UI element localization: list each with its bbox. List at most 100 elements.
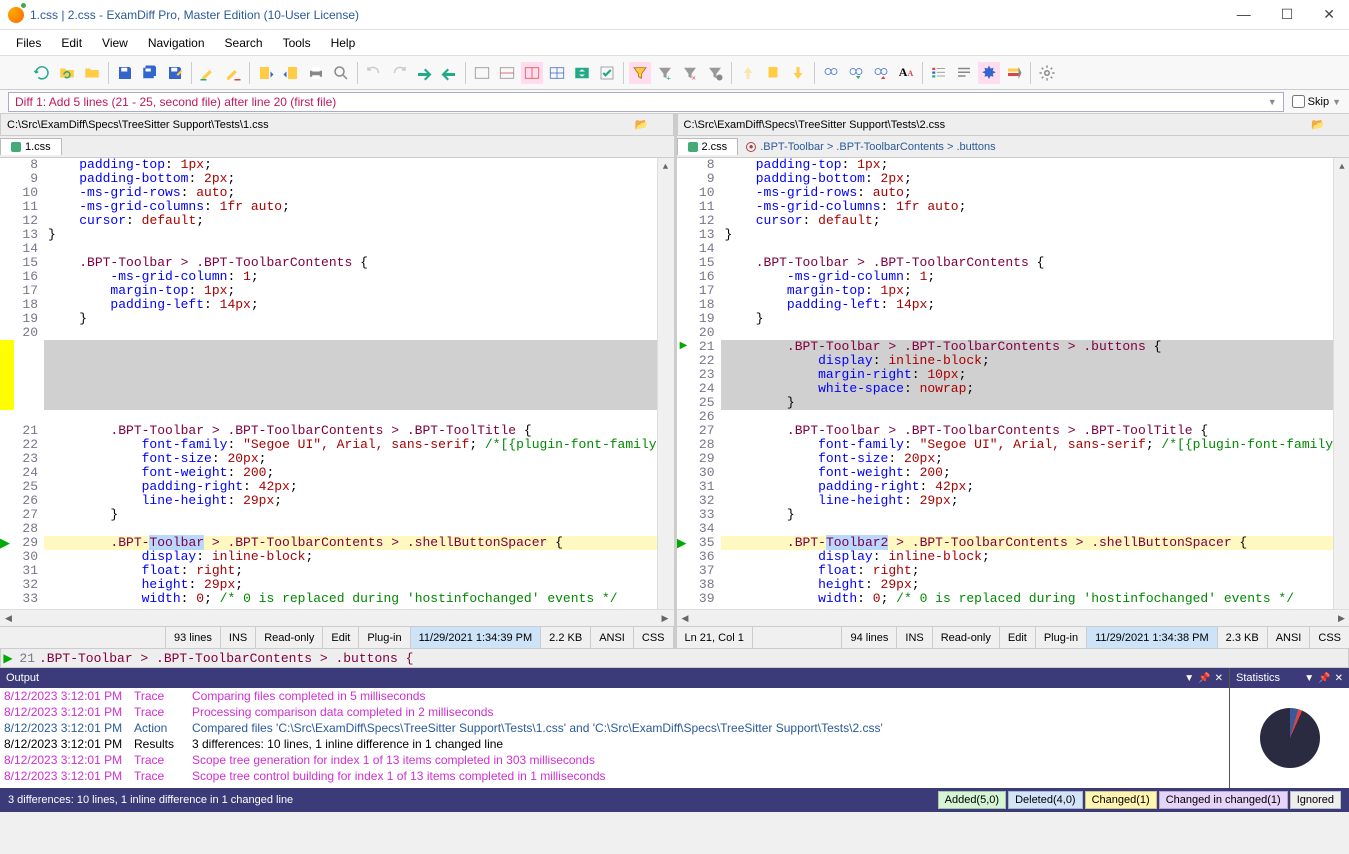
menu-edit[interactable]: Edit — [51, 32, 92, 54]
pin-icon[interactable]: 📌 — [1198, 673, 1210, 684]
horizontal-scrollbar[interactable]: ◀▶ — [0, 609, 674, 626]
plugin-icon[interactable] — [978, 62, 1000, 84]
settings-icon[interactable] — [1036, 62, 1058, 84]
svg-text:+: + — [667, 73, 672, 82]
status-badge: Changed(1) — [1085, 791, 1157, 809]
up-icon[interactable] — [737, 62, 759, 84]
dropdown-icon[interactable]: ▼ — [1304, 673, 1314, 684]
right-file-tab[interactable]: 2.css — [677, 138, 739, 155]
maximize-button[interactable]: ☐ — [1275, 4, 1300, 25]
right-path-bar: C:\Src\ExamDiff\Specs\TreeSitter Support… — [677, 114, 1349, 136]
menu-files[interactable]: Files — [6, 32, 51, 54]
log-row: 8/12/2023 3:12:01 PMTraceProcessing comp… — [0, 704, 1229, 720]
undo-icon[interactable] — [363, 62, 385, 84]
check-icon[interactable] — [596, 62, 618, 84]
bookmark-icon[interactable] — [762, 62, 784, 84]
close-panel-icon[interactable]: ✕ — [1215, 673, 1223, 684]
scope-breadcrumb[interactable]: ●.BPT-Toolbar > .BPT-ToolbarContents > .… — [738, 139, 1003, 155]
file-size: 2.2 KB — [541, 627, 591, 648]
left-status-bar: 93 lines INS Read-only Edit Plug-in 11/2… — [0, 626, 674, 648]
find-next-icon[interactable] — [845, 62, 867, 84]
horizontal-scrollbar[interactable]: ◀▶ — [677, 609, 1349, 626]
view-grid-icon[interactable] — [546, 62, 568, 84]
diff-description[interactable]: Diff 1: Add 5 lines (21 - 25, second fil… — [8, 92, 1284, 112]
edit-status: Edit — [323, 627, 359, 648]
app-icon[interactable] — [1331, 119, 1343, 131]
footer-status-bar: 3 differences: 10 lines, 1 inline differ… — [0, 788, 1349, 812]
open-folder-icon[interactable] — [81, 62, 103, 84]
menu-view[interactable]: View — [92, 32, 138, 54]
vertical-scrollbar[interactable]: ▲ — [1333, 158, 1349, 609]
prev-diff-icon[interactable] — [438, 62, 460, 84]
refresh-icon[interactable] — [31, 62, 53, 84]
filter-add-icon[interactable]: + — [654, 62, 676, 84]
save-icon[interactable] — [114, 62, 136, 84]
menu-tools[interactable]: Tools — [273, 32, 321, 54]
app-icon[interactable] — [655, 119, 667, 131]
output-panel: Output ▼📌✕ 8/12/2023 3:12:01 PMTraceComp… — [0, 668, 1229, 788]
right-editor[interactable]: ▶▶ 8910111213141516171819202122232425262… — [677, 158, 1349, 609]
next-diff-icon[interactable] — [413, 62, 435, 84]
view-single-icon[interactable] — [471, 62, 493, 84]
log-row: 8/12/2023 3:12:01 PMTraceComparing files… — [0, 688, 1229, 704]
app-logo-icon — [8, 7, 24, 23]
status-badge: Deleted(4,0) — [1008, 791, 1083, 809]
save-as-icon[interactable] — [164, 62, 186, 84]
menu-navigation[interactable]: Navigation — [138, 32, 215, 54]
left-path-bar: C:\Src\ExamDiff\Specs\TreeSitter Support… — [0, 114, 674, 136]
close-button[interactable]: ✕ — [1317, 4, 1341, 25]
font-icon[interactable]: AA — [895, 62, 917, 84]
svg-text:×: × — [692, 73, 696, 82]
sync-scroll-icon[interactable] — [571, 62, 593, 84]
open-folder-icon[interactable]: 📂 — [635, 118, 649, 131]
plugin-status: Plug-in — [1036, 627, 1087, 648]
menu-help[interactable]: Help — [321, 32, 366, 54]
pin-icon[interactable]: 📌 — [1318, 673, 1330, 684]
right-pane: C:\Src\ExamDiff\Specs\TreeSitter Support… — [677, 114, 1349, 648]
list-icon[interactable] — [928, 62, 950, 84]
window-title: 1.css | 2.css - ExamDiff Pro, Master Edi… — [30, 8, 1231, 22]
right-tab-bar: 2.css ●.BPT-Toolbar > .BPT-ToolbarConten… — [677, 136, 1349, 158]
view-vert-icon[interactable] — [521, 62, 543, 84]
highlight-icon[interactable] — [1003, 62, 1025, 84]
readonly-status: Read-only — [256, 627, 323, 648]
menu-search[interactable]: Search — [215, 32, 273, 54]
dropdown-icon[interactable]: ▼ — [1184, 673, 1194, 684]
cursor-position: Ln 21, Col 1 — [677, 627, 753, 648]
zoom-icon[interactable] — [330, 62, 352, 84]
edit-right-icon[interactable] — [222, 62, 244, 84]
filter-icon[interactable] — [629, 62, 651, 84]
skip-checkbox[interactable]: Skip ▼ — [1292, 95, 1341, 108]
right-file-path: C:\Src\ExamDiff\Specs\TreeSitter Support… — [684, 119, 1312, 131]
wrap-icon[interactable] — [953, 62, 975, 84]
left-editor[interactable]: ▶ 89101112131415161718192021222324252627… — [0, 158, 674, 609]
save-all-icon[interactable] — [139, 62, 161, 84]
refresh-folder-icon[interactable] — [56, 62, 78, 84]
language: CSS — [634, 627, 674, 648]
copy-right-icon[interactable] — [280, 62, 302, 84]
filter-settings-icon[interactable] — [704, 62, 726, 84]
minimize-button[interactable]: — — [1231, 4, 1257, 25]
file-size: 2.3 KB — [1218, 627, 1268, 648]
vertical-scrollbar[interactable]: ▲ — [657, 158, 674, 609]
filter-remove-icon[interactable]: × — [679, 62, 701, 84]
main-toolbar: + × AA — [0, 56, 1349, 90]
footer-message: 3 differences: 10 lines, 1 inline differ… — [8, 794, 938, 806]
down-icon[interactable] — [787, 62, 809, 84]
print-icon[interactable] — [305, 62, 327, 84]
redo-icon[interactable] — [388, 62, 410, 84]
find-icon[interactable] — [820, 62, 842, 84]
line-count: 93 lines — [166, 627, 221, 648]
left-file-tab[interactable]: 1.css — [0, 138, 62, 155]
right-status-bar: Ln 21, Col 1 94 lines INS Read-only Edit… — [677, 626, 1349, 648]
timestamp: 11/29/2021 1:34:39 PM — [411, 627, 542, 648]
close-panel-icon[interactable]: ✕ — [1335, 673, 1343, 684]
open-folder-icon[interactable]: 📂 — [1311, 118, 1325, 131]
copy-left-icon[interactable] — [255, 62, 277, 84]
output-log[interactable]: 8/12/2023 3:12:01 PMTraceComparing files… — [0, 688, 1229, 788]
compare-icon[interactable] — [6, 62, 28, 84]
find-prev-icon[interactable] — [870, 62, 892, 84]
view-horiz-icon[interactable] — [496, 62, 518, 84]
insert-mode: INS — [897, 627, 932, 648]
edit-left-icon[interactable] — [197, 62, 219, 84]
